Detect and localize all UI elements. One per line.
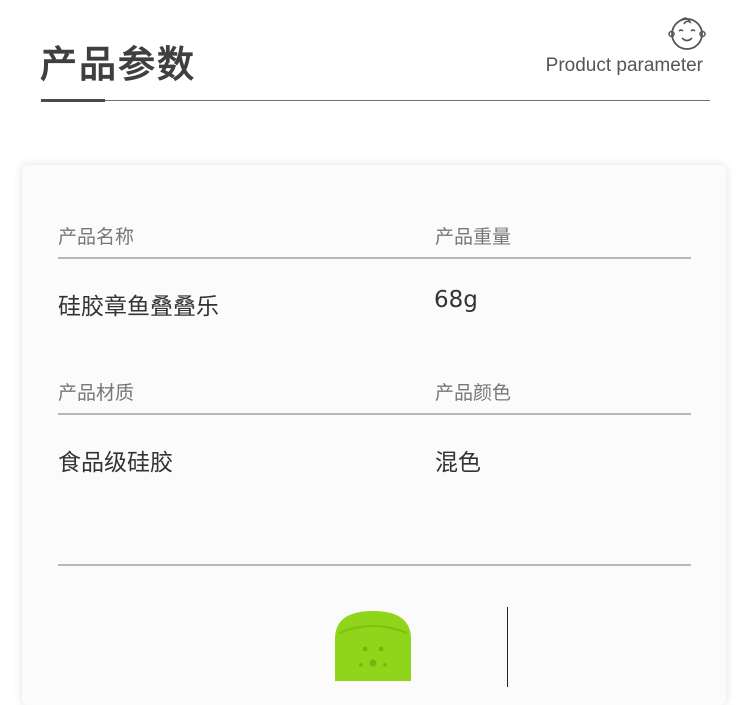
page-title: 产品参数 (40, 43, 196, 86)
dimension-line (507, 607, 508, 687)
parameter-card: 产品名称 产品重量 硅胶章鱼叠叠乐 68g 产品材质 产品颜色 食品级硅胶 混色 (22, 165, 726, 705)
product-weight-value: 68g (434, 287, 478, 313)
product-color-value: 混色 (435, 450, 481, 476)
page-subtitle: Product parameter (545, 55, 703, 76)
header-divider-accent (41, 99, 105, 102)
product-color-label: 产品颜色 (435, 382, 512, 404)
product-name-label: 产品名称 (58, 226, 135, 248)
row-divider (58, 413, 691, 415)
header-divider (41, 100, 710, 101)
product-weight-label: 产品重量 (435, 226, 512, 248)
product-material-label: 产品材质 (58, 382, 135, 404)
baby-face-icon (668, 17, 706, 50)
row-divider (58, 257, 691, 259)
product-material-value: 食品级硅胶 (58, 450, 173, 476)
product-name-value: 硅胶章鱼叠叠乐 (58, 294, 219, 320)
section-divider (58, 564, 691, 566)
